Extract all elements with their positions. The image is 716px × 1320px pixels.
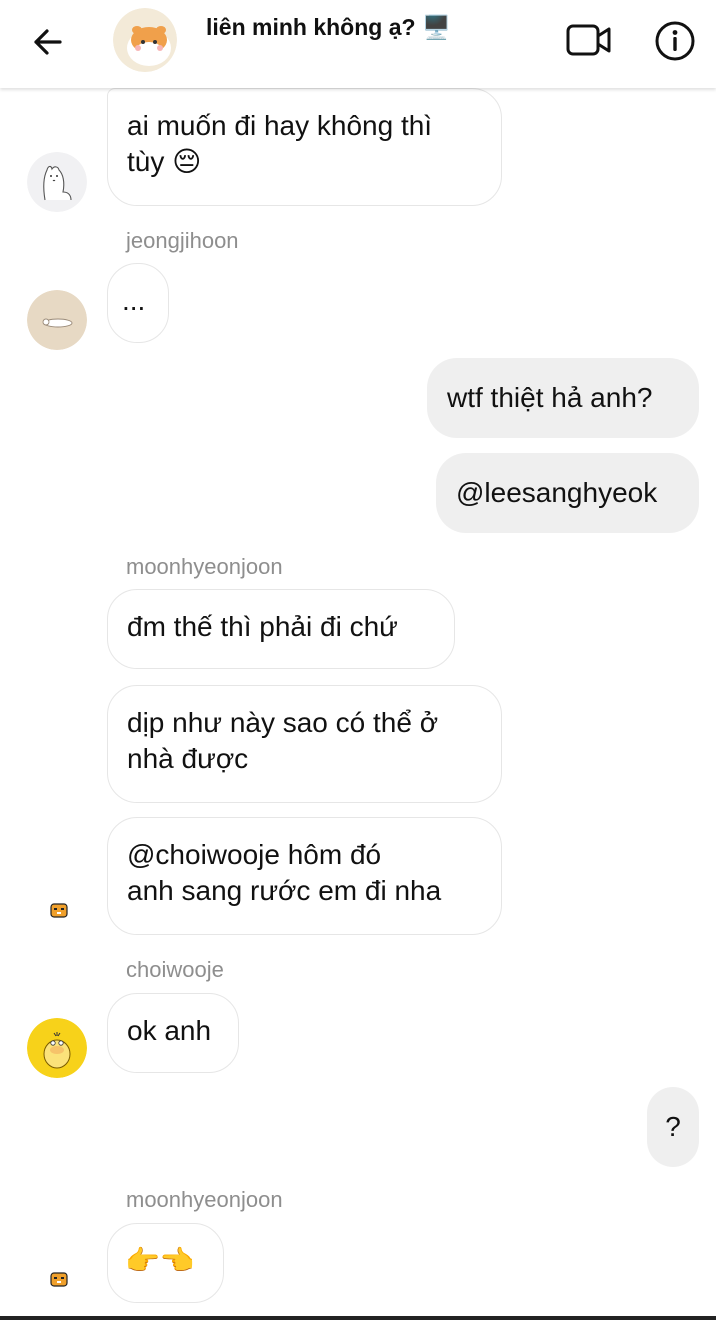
sender-name: choiwooje xyxy=(126,957,224,982)
info-icon xyxy=(655,21,695,61)
hamster-avatar-image xyxy=(113,8,177,72)
tiger-avatar-image xyxy=(50,903,68,918)
tiger-avatar-small[interactable] xyxy=(50,902,74,920)
info-button[interactable] xyxy=(654,20,696,62)
psyduck-avatar-image xyxy=(27,1018,87,1078)
sender-name: moonhyeonjoon xyxy=(126,1187,283,1212)
chat-title[interactable]: liên minh không ạ? 🖥️ xyxy=(206,14,451,41)
sender-name: moonhyeonjoon xyxy=(126,554,283,579)
chat-header: liên minh không ạ? 🖥️ xyxy=(0,0,716,88)
bottom-divider xyxy=(0,1316,716,1320)
tiger-avatar-small[interactable] xyxy=(50,1271,74,1289)
message-bubble-sent[interactable]: wtf thiệt hả anh? xyxy=(427,358,699,438)
arrow-left-icon xyxy=(34,29,62,55)
avatar[interactable] xyxy=(27,290,87,350)
message-bubble[interactable]: 👉👈 xyxy=(107,1223,224,1303)
message-bubble[interactable]: ... xyxy=(107,263,169,343)
back-button[interactable] xyxy=(28,22,68,62)
message-bubble-sent[interactable]: @leesanghyeok xyxy=(436,453,699,533)
sender-name: jeongjihoon xyxy=(126,228,239,253)
message-bubble[interactable]: dịp như này sao có thể ở nhà được xyxy=(107,685,502,803)
group-avatar[interactable] xyxy=(113,8,177,72)
message-bubble-sent[interactable]: ? xyxy=(647,1087,699,1167)
message-bubble[interactable]: @choiwooje hôm đó anh sang rước em đi nh… xyxy=(107,817,502,935)
video-call-button[interactable] xyxy=(565,20,615,60)
message-bubble[interactable]: ai muốn đi hay không thì tùy 😔 xyxy=(107,88,502,206)
avatar[interactable] xyxy=(27,152,87,212)
video-camera-icon xyxy=(566,24,611,56)
alpaca-avatar-image xyxy=(27,152,87,212)
message-bubble[interactable]: ok anh xyxy=(107,993,239,1073)
avatar[interactable] xyxy=(27,1018,87,1078)
tiger-avatar-image xyxy=(50,1272,68,1287)
sleeping-animal-avatar-image xyxy=(27,290,87,350)
message-bubble[interactable]: đm thế thì phải đi chứ xyxy=(107,589,455,669)
